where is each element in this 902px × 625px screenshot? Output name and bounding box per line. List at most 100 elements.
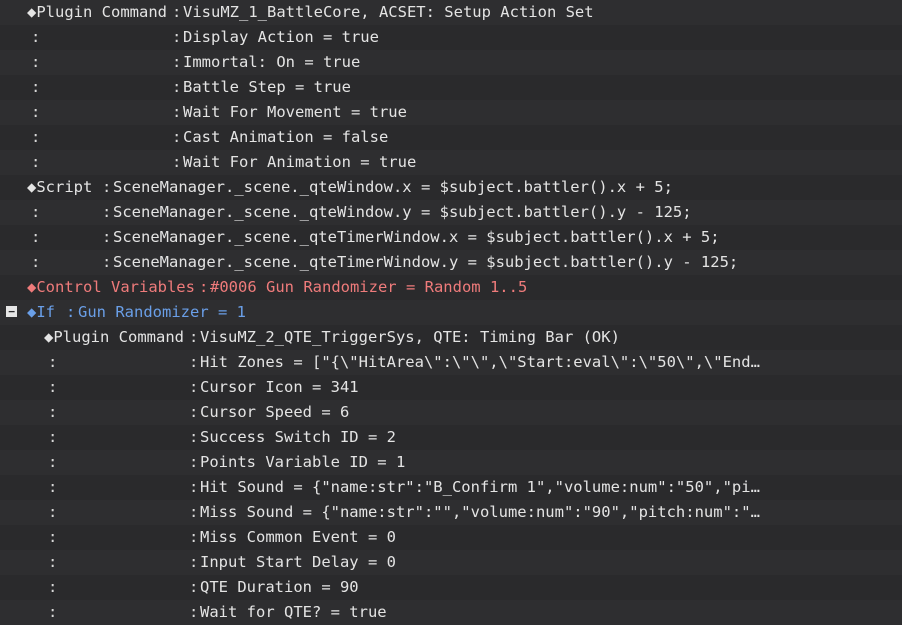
command-text: Cast Animation = false [183, 128, 389, 146]
list-item[interactable]: : : Hit Zones = ["{\"HitArea\":\"\",\"St… [0, 350, 902, 375]
command-text: SceneManager._scene._qteTimerWindow.y = … [113, 253, 739, 271]
separator: : [172, 153, 182, 171]
list-item[interactable]: : : Immortal: On = true [0, 50, 902, 75]
separator: : [189, 428, 199, 446]
separator: : [102, 178, 112, 196]
list-item[interactable]: : : Success Switch ID = 2 [0, 425, 902, 450]
command-text: Hit Zones = ["{\"HitArea\":\"\",\"Start:… [200, 353, 760, 371]
list-item[interactable]: : : Cursor Speed = 6 [0, 400, 902, 425]
list-item[interactable]: : : Input Start Delay = 0 [0, 550, 902, 575]
separator: : [189, 553, 199, 571]
command-text: Gun Randomizer = 1 [78, 303, 246, 321]
continuation-mark: : [31, 253, 41, 271]
list-item[interactable]: : : Wait for QTE? = true [0, 600, 902, 625]
list-item[interactable]: : : Points Variable ID = 1 [0, 450, 902, 475]
continuation-mark: : [31, 153, 41, 171]
separator: : [172, 103, 182, 121]
separator: : [102, 203, 112, 221]
command-text: Miss Common Event = 0 [200, 528, 396, 546]
continuation-mark: : [31, 53, 41, 71]
separator: : [172, 3, 182, 21]
command-text: Input Start Delay = 0 [200, 553, 396, 571]
continuation-mark: : [48, 478, 58, 496]
continuation-mark: : [31, 78, 41, 96]
continuation-mark: : [31, 128, 41, 146]
separator: : [189, 503, 199, 521]
separator: : [172, 53, 182, 71]
continuation-mark: : [31, 228, 41, 246]
continuation-mark: : [48, 378, 58, 396]
command-text: #0006 Gun Randomizer = Random 1..5 [210, 278, 528, 296]
separator: : [172, 128, 182, 146]
list-item[interactable]: ◆Plugin Command : VisuMZ_2_QTE_TriggerSy… [0, 325, 902, 350]
continuation-mark: : [48, 453, 58, 471]
command-label: ◆Plugin Command [27, 3, 167, 21]
list-item[interactable]: ◆Control Variables : #0006 Gun Randomize… [0, 275, 902, 300]
separator: : [189, 378, 199, 396]
continuation-mark: : [48, 353, 58, 371]
separator: : [199, 278, 209, 296]
list-item[interactable]: : : Battle Step = true [0, 75, 902, 100]
command-text: Hit Sound = {"name:str":"B_Confirm 1","v… [200, 478, 760, 496]
continuation-mark: : [48, 578, 58, 596]
command-text: SceneManager._scene._qteWindow.y = $subj… [113, 203, 692, 221]
command-text: Immortal: On = true [183, 53, 361, 71]
command-text: Wait For Movement = true [183, 103, 407, 121]
continuation-mark: : [48, 403, 58, 421]
command-text: Battle Step = true [183, 78, 351, 96]
collapse-icon[interactable]: − [6, 306, 17, 317]
list-item[interactable]: − ◆If : Gun Randomizer = 1 [0, 300, 902, 325]
command-text: Cursor Speed = 6 [200, 403, 350, 421]
continuation-mark: : [48, 428, 58, 446]
separator: : [172, 28, 182, 46]
list-item[interactable]: : : Miss Common Event = 0 [0, 525, 902, 550]
command-label: ◆Plugin Command [44, 328, 184, 346]
separator: : [189, 328, 199, 346]
list-item[interactable]: ◆Plugin Command : VisuMZ_1_BattleCore, A… [0, 0, 902, 25]
list-item[interactable]: : : Wait For Animation = true [0, 150, 902, 175]
list-item[interactable]: : : Display Action = true [0, 25, 902, 50]
list-item[interactable]: : : Hit Sound = {"name:str":"B_Confirm 1… [0, 475, 902, 500]
list-item[interactable]: : : Miss Sound = {"name:str":"","volume:… [0, 500, 902, 525]
continuation-mark: : [31, 28, 41, 46]
command-text: QTE Duration = 90 [200, 578, 359, 596]
separator: : [189, 578, 199, 596]
list-item[interactable]: : : QTE Duration = 90 [0, 575, 902, 600]
command-text: Display Action = true [183, 28, 379, 46]
command-text: VisuMZ_2_QTE_TriggerSys, QTE: Timing Bar… [200, 328, 620, 346]
list-item[interactable]: : : Cast Animation = false [0, 125, 902, 150]
separator: : [102, 253, 112, 271]
list-item[interactable]: ◆Script : SceneManager._scene._qteWindow… [0, 175, 902, 200]
separator: : [189, 478, 199, 496]
command-text: Wait For Animation = true [183, 153, 417, 171]
continuation-mark: : [31, 203, 41, 221]
command-label: ◆If [27, 303, 55, 321]
separator: : [189, 353, 199, 371]
continuation-mark: : [48, 603, 58, 621]
continuation-mark: : [31, 103, 41, 121]
command-text: Miss Sound = {"name:str":"","volume:num"… [200, 503, 760, 521]
separator: : [172, 78, 182, 96]
command-text: Points Variable ID = 1 [200, 453, 406, 471]
command-text: SceneManager._scene._qteTimerWindow.x = … [113, 228, 720, 246]
list-item[interactable]: : : SceneManager._scene._qteWindow.y = $… [0, 200, 902, 225]
continuation-mark: : [48, 528, 58, 546]
continuation-mark: : [48, 503, 58, 521]
command-text: Success Switch ID = 2 [200, 428, 396, 446]
list-item[interactable]: : : SceneManager._scene._qteTimerWindow.… [0, 250, 902, 275]
command-label: ◆Control Variables [27, 278, 195, 296]
command-text: VisuMZ_1_BattleCore, ACSET: Setup Action… [183, 3, 594, 21]
list-item[interactable]: : : Wait For Movement = true [0, 100, 902, 125]
separator: : [102, 228, 112, 246]
list-item[interactable]: : : SceneManager._scene._qteTimerWindow.… [0, 225, 902, 250]
separator: : [189, 403, 199, 421]
separator: : [189, 603, 199, 621]
command-text: Wait for QTE? = true [200, 603, 387, 621]
command-label: ◆Script [27, 178, 93, 196]
separator: : [189, 528, 199, 546]
event-command-list[interactable]: ◆Plugin Command : VisuMZ_1_BattleCore, A… [0, 0, 902, 625]
command-text: Cursor Icon = 341 [200, 378, 359, 396]
list-item[interactable]: : : Cursor Icon = 341 [0, 375, 902, 400]
continuation-mark: : [48, 553, 58, 571]
separator: : [66, 303, 76, 321]
